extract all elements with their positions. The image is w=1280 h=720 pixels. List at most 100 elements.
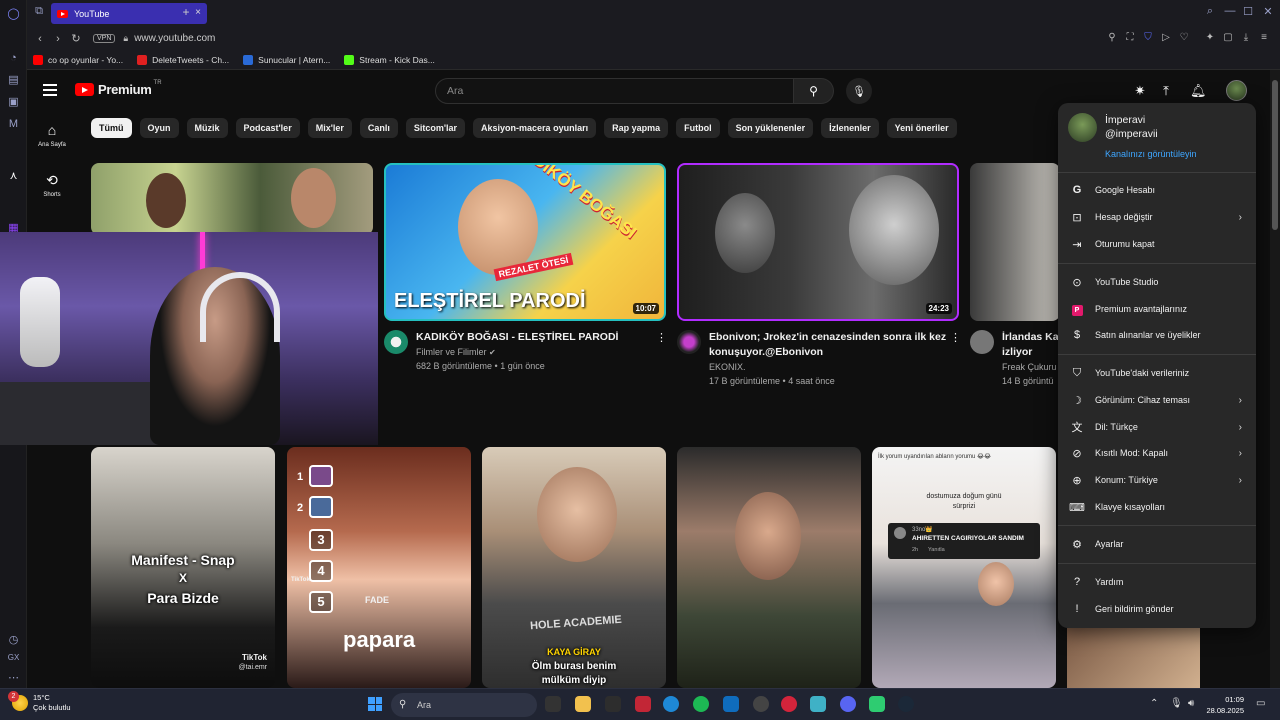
reload-icon[interactable]: ↻ xyxy=(67,32,85,45)
video-title-line1[interactable]: İrlandas Ka xyxy=(1002,330,1059,344)
history-icon[interactable]: ◷ xyxy=(6,632,21,647)
notifications-icon[interactable]: 🔔︎ xyxy=(1190,83,1207,99)
video-title[interactable]: KADIKÖY BOĞASI - ELEŞTİREL PARODİ xyxy=(416,330,618,344)
tab-close-icon[interactable]: × xyxy=(195,7,201,18)
volume-icon[interactable]: 🔊︎ xyxy=(1188,698,1194,709)
workspace-icon[interactable]: ▤ xyxy=(6,72,21,87)
video-thumbnail[interactable] xyxy=(970,163,1060,321)
taskbar-search[interactable]: ⚲ Ara xyxy=(391,693,537,717)
youtube-logo[interactable]: Premium TR xyxy=(75,80,162,97)
vpn-badge[interactable]: VPN xyxy=(93,34,116,43)
short-video[interactable] xyxy=(1067,628,1200,688)
search-input[interactable]: Ara xyxy=(435,78,794,104)
bookmark-item[interactable]: Sunucular | Atern... xyxy=(243,54,330,65)
channel-name[interactable]: EKONIX. xyxy=(709,362,746,372)
upload-icon[interactable]: ⤒ xyxy=(1158,83,1174,99)
heart-icon[interactable]: ♡ xyxy=(1177,32,1191,43)
video-title-line2[interactable]: konuşuyor.@Ebonivon xyxy=(709,345,823,359)
chip[interactable]: Yeni öneriler xyxy=(886,118,957,138)
bookmark-item[interactable]: co op oyunlar - Yo... xyxy=(33,54,123,65)
shield-vpn-icon[interactable]: ⛉ xyxy=(1141,32,1155,43)
snapshot-icon[interactable]: ⛶ xyxy=(1123,32,1137,43)
menu-item-settings[interactable]: ⚙ Ayarlar xyxy=(1058,531,1256,557)
video-more-icon[interactable]: ⋮ xyxy=(950,331,961,344)
close-window-button[interactable]: ✕ xyxy=(1260,5,1276,18)
chip[interactable]: Futbol xyxy=(676,118,720,138)
short-video[interactable]: HOLE ACADEMIE KAYA GİRAY Ölm burası beni… xyxy=(482,447,666,688)
chip[interactable]: Oyun xyxy=(139,118,179,138)
kick-icon[interactable]: ⋏ xyxy=(6,168,21,183)
microphone-tray-icon[interactable]: 🎙︎ xyxy=(1170,698,1183,709)
video-thumbnail[interactable]: 24:23 xyxy=(677,163,959,321)
video-more-icon[interactable]: ⋮ xyxy=(656,331,667,344)
channel-avatar[interactable] xyxy=(384,330,408,354)
chip[interactable]: Sitcom'lar xyxy=(405,118,466,138)
gx-icon[interactable]: GX xyxy=(6,650,21,665)
account-avatar[interactable] xyxy=(1226,80,1247,101)
menu-item-keyboard-shortcuts[interactable]: ⌨ Klavye kısayolları xyxy=(1058,494,1256,520)
maximize-button[interactable]: ☐ xyxy=(1240,5,1256,18)
bookmark-item[interactable]: Stream - Kick Das... xyxy=(344,54,435,65)
discord-icon[interactable] xyxy=(840,696,856,712)
outlook-icon[interactable] xyxy=(723,696,739,712)
messenger-icon[interactable]: ▣ xyxy=(6,94,21,109)
aria-icon[interactable]: ◔ xyxy=(6,50,21,65)
menu-item-studio[interactable]: ⊙ YouTube Studio xyxy=(1058,269,1256,295)
short-video[interactable]: İlk yorum uyandırılan abların yorumu 😂😂 … xyxy=(872,447,1056,688)
valorant-icon[interactable] xyxy=(635,696,651,712)
chip[interactable]: Rap yapma xyxy=(604,118,669,138)
steam-icon[interactable] xyxy=(898,696,914,712)
short-video[interactable]: 1 2 3 4 5 TikTok FADE papara xyxy=(287,447,471,688)
search-button[interactable]: ⚲ xyxy=(794,78,834,104)
bookmark-item[interactable]: DeleteTweets - Ch... xyxy=(137,54,229,65)
menu-item-premium[interactable]: P Premium avantajlarınız xyxy=(1058,296,1256,322)
menu-item-location[interactable]: ⊕ Konum: Türkiye › xyxy=(1058,467,1256,493)
channel-name[interactable]: Filmler ve Filimler ✔ xyxy=(416,347,496,357)
video-title-line1[interactable]: Ebonivon; Jrokez'in cenazesinden sonra i… xyxy=(709,330,946,344)
menu-item-switch-account[interactable]: ⊡ Hesap değiştir › xyxy=(1058,204,1256,230)
menu-item-restricted-mode[interactable]: ⊘ Kısıtlı Mod: Kapalı › xyxy=(1058,440,1256,466)
menu-item-sign-out[interactable]: ⇥ Oturumu kapat xyxy=(1058,231,1256,257)
channel-avatar[interactable] xyxy=(677,330,701,354)
app-icon[interactable] xyxy=(753,696,769,712)
extensions-icon[interactable]: ✦ xyxy=(1203,32,1217,43)
mail-icon[interactable]: M xyxy=(6,116,21,131)
file-explorer-icon[interactable] xyxy=(575,696,591,712)
pin-icon[interactable]: ⚲ xyxy=(1105,32,1119,43)
tray-chevron-icon[interactable]: ⌃ xyxy=(1150,698,1158,709)
menu-item-language[interactable]: 文 Dil: Türkçe › xyxy=(1058,414,1256,440)
menu-item-google-account[interactable]: G Google Hesabı xyxy=(1058,177,1256,203)
chip[interactable]: Aksiyon-macera oyunları xyxy=(473,118,597,138)
nav-home[interactable]: ⌂ Ana Sayfa xyxy=(27,122,77,148)
chip[interactable]: Mix'ler xyxy=(307,118,352,138)
new-tab-button[interactable]: + xyxy=(179,5,193,19)
forward-icon[interactable]: › xyxy=(49,33,67,45)
guide-menu-icon[interactable] xyxy=(43,84,57,96)
chip[interactable]: Canlı xyxy=(359,118,398,138)
menu-item-appearance[interactable]: ☽ Görünüm: Cihaz teması › xyxy=(1058,387,1256,413)
task-view-icon[interactable] xyxy=(545,696,561,712)
channel-name[interactable]: Freak Çukuru xyxy=(1002,362,1057,372)
chip[interactable]: Son yüklenenler xyxy=(727,118,814,138)
app-icon[interactable] xyxy=(869,696,885,712)
menu-icon[interactable]: ≡ xyxy=(1257,32,1271,43)
page-scrollbar[interactable] xyxy=(1270,70,1280,688)
scrollbar-thumb[interactable] xyxy=(1272,80,1278,230)
menu-item-feedback[interactable]: ! Geri bildirim gönder xyxy=(1058,596,1256,622)
chip[interactable]: Müzik xyxy=(186,118,228,138)
video-title-line2[interactable]: izliyor xyxy=(1002,345,1032,359)
channel-avatar[interactable] xyxy=(970,330,994,354)
download-icon[interactable]: ⤓ xyxy=(1239,32,1253,43)
cast-icon[interactable]: ✷ xyxy=(1132,83,1148,99)
short-video[interactable] xyxy=(677,447,861,688)
app-icon[interactable] xyxy=(810,696,826,712)
url-field[interactable]: www.youtube.com xyxy=(134,33,215,44)
menu-item-purchases[interactable]: $ Satın alınanlar ve üyelikler xyxy=(1058,322,1256,348)
back-icon[interactable]: ‹ xyxy=(31,33,49,45)
tab-menu-icon[interactable]: ⧉ xyxy=(31,5,47,18)
nav-shorts[interactable]: ⟲ Shorts xyxy=(27,172,77,198)
minimize-button[interactable]: — xyxy=(1222,5,1238,17)
chip-all[interactable]: Tümü xyxy=(91,118,132,138)
more-icon[interactable]: ⋯ xyxy=(6,670,21,685)
menu-item-your-data[interactable]: ⛉ YouTube'daki verileriniz xyxy=(1058,360,1256,386)
